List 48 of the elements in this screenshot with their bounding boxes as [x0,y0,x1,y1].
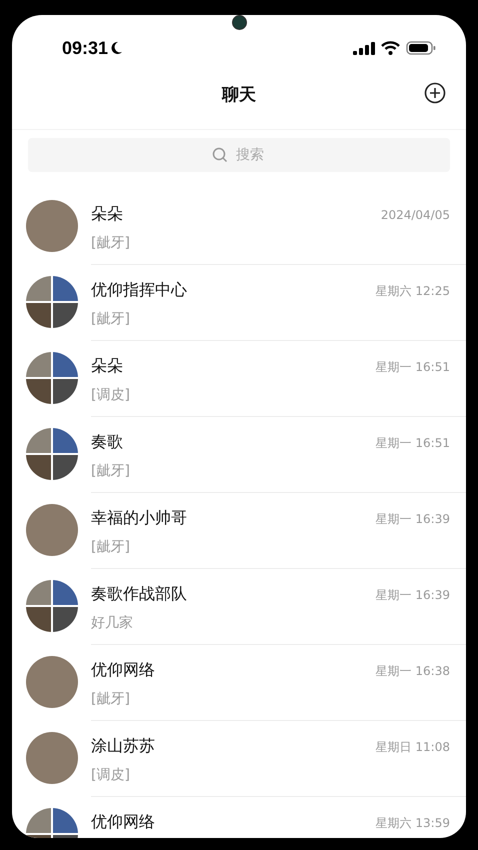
chat-item[interactable]: 涂山苏苏 星期日 11:08 [调皮] [12,721,466,797]
avatar-photo-placeholder [26,656,78,708]
chat-time: 星期一 16:39 [376,511,450,528]
avatar-photo-placeholder [26,504,78,556]
chat-time: 2024/04/05 [380,208,450,222]
chat-name: 优仰网络 [91,812,155,833]
search-icon [212,147,228,163]
chat-name: 涂山苏苏 [91,736,155,757]
chat-name: 优仰指挥中心 [91,280,187,301]
add-icon[interactable] [424,82,446,104]
battery-icon [406,41,436,55]
page-title: 聊天 [222,84,256,106]
chat-time: 星期日 11:08 [376,739,450,756]
chat-name: 奏歌作战部队 [91,584,187,605]
signal-icon [353,42,375,54]
chat-item[interactable]: 优仰网络 星期一 16:38 [龇牙] [12,645,466,721]
wifi-icon [381,41,400,55]
search-field[interactable]: 搜索 [28,138,450,172]
chat-preview: [龇牙] [91,538,131,556]
moon-icon [110,41,124,55]
chat-item[interactable]: 幸福的小帅哥 星期一 16:39 [龇牙] [12,493,466,569]
status-time: 09:31 [62,38,108,58]
chat-time: 星期一 16:51 [376,435,450,452]
chat-preview: 好几家 [91,614,134,632]
chat-time: 星期六 13:59 [376,815,450,832]
chat-item[interactable]: 朵朵 星期一 16:51 [调皮] [12,341,466,417]
chat-preview: [龇牙] [91,310,131,328]
chat-preview: [调皮] [91,386,131,404]
chat-item[interactable]: 朵朵 2024/04/05 [龇牙] [12,189,466,265]
chat-time: 星期一 16:51 [376,359,450,376]
chat-item[interactable]: 奏歌作战部队 星期一 16:39 好几家 [12,569,466,645]
chat-item[interactable]: 奏歌 星期一 16:51 [龇牙] [12,417,466,493]
chat-name: 朵朵 [91,204,123,225]
chat-time: 星期一 16:39 [376,587,450,604]
avatar-photo-placeholder [26,732,78,784]
chat-preview: [龇牙] [91,462,131,480]
chat-item[interactable]: 优仰网络 星期六 13:59 [12,797,466,838]
chat-preview: [龇牙] [91,234,131,252]
chat-preview: [调皮] [91,766,131,784]
chat-name: 朵朵 [91,356,123,377]
chat-name: 奏歌 [91,432,123,453]
avatar-photo-placeholder [26,200,78,252]
chat-name: 优仰网络 [91,660,155,681]
chat-name: 幸福的小帅哥 [91,508,187,529]
chat-item[interactable]: 优仰指挥中心 星期六 12:25 [龇牙] [12,265,466,341]
chat-preview: [龇牙] [91,690,131,708]
chat-time: 星期六 12:25 [376,283,450,300]
chat-time: 星期一 16:38 [376,663,450,680]
